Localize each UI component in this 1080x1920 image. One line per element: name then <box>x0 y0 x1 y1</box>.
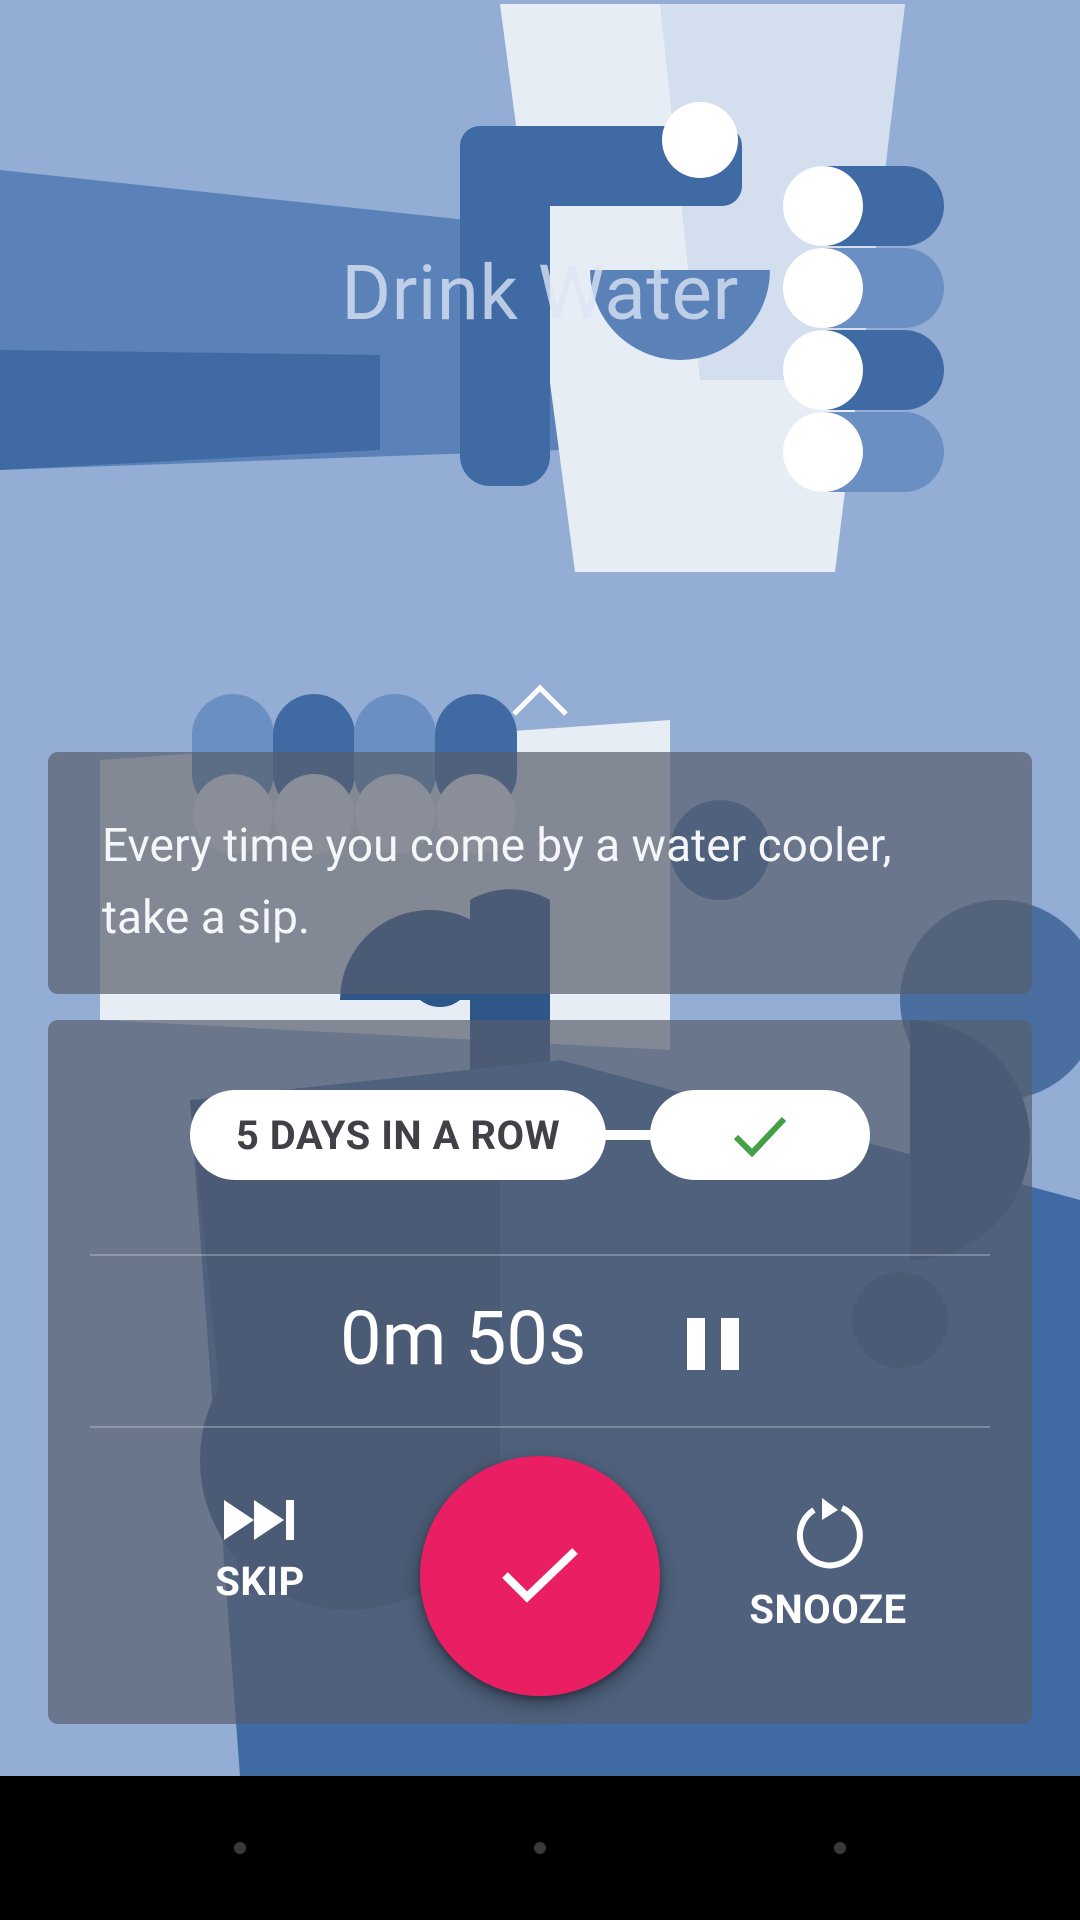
tip-card: Every time you come by a water cooler, t… <box>48 752 1032 994</box>
habit-reminder-screen: Drink Water Every time you come by a wat… <box>0 0 1080 1920</box>
skip-label: SKIP <box>215 1558 305 1605</box>
habit-tip: Every time you come by a water cooler, t… <box>102 819 892 945</box>
divider <box>90 1426 990 1428</box>
snooze-icon <box>796 1498 863 1569</box>
pause-icon <box>687 1318 739 1370</box>
skip-next-icon <box>224 1500 294 1540</box>
snooze-label: SNOOZE <box>749 1586 907 1633</box>
timer-display: 0m 50s <box>340 1296 587 1383</box>
streak-badge: 5 DAYS IN A ROW <box>190 1090 606 1180</box>
divider <box>90 1254 990 1256</box>
habit-title: Drink Water <box>341 248 739 338</box>
check-icon <box>502 1548 578 1603</box>
streak-status-badge <box>650 1090 870 1180</box>
home-nav-button[interactable] <box>534 1842 546 1854</box>
skip-button[interactable]: SKIP <box>140 1496 380 1605</box>
chevron-up-icon[interactable] <box>508 680 572 720</box>
streak-row: 5 DAYS IN A ROW <box>48 1090 1032 1182</box>
pause-button[interactable] <box>660 1290 768 1398</box>
snooze-button[interactable]: SNOOZE <box>648 1496 1008 1633</box>
back-nav-button[interactable] <box>234 1842 246 1854</box>
streak-connector <box>603 1130 653 1140</box>
check-icon <box>733 1116 787 1157</box>
complete-button[interactable] <box>420 1456 660 1696</box>
recents-nav-button[interactable] <box>834 1842 846 1854</box>
